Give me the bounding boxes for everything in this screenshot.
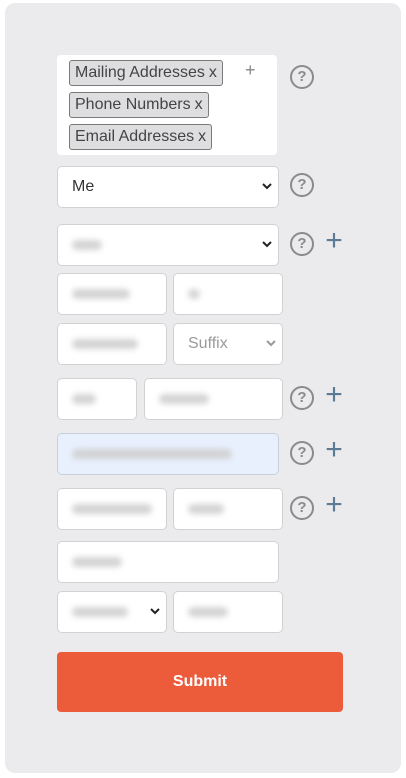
help-icon[interactable]: ?	[290, 232, 314, 256]
redacted-value	[188, 503, 224, 514]
help-icon[interactable]: ?	[290, 65, 314, 89]
tag-phone-numbers[interactable]: Phone Numbers x	[69, 92, 209, 118]
tag-remove-icon[interactable]: x	[209, 64, 217, 81]
recipient-select[interactable]: Me	[57, 166, 279, 208]
redacted-value	[72, 606, 128, 617]
city-input[interactable]	[57, 541, 279, 583]
help-icon[interactable]: ?	[290, 441, 314, 465]
middle-name-input[interactable]	[173, 273, 283, 315]
street-address-input[interactable]	[57, 488, 167, 530]
suffix-select[interactable]: Suffix	[173, 323, 283, 365]
submit-button[interactable]: Submit	[57, 652, 343, 712]
add-address-icon[interactable]: +	[323, 490, 345, 520]
redacted-value	[72, 448, 232, 459]
zip-code-input[interactable]	[173, 591, 283, 633]
tag-mailing-addresses[interactable]: Mailing Addresses x	[69, 60, 223, 86]
phone-number-input[interactable]	[144, 378, 283, 420]
phone-area-code-input[interactable]	[57, 378, 137, 420]
tag-email-addresses[interactable]: Email Addresses x	[69, 124, 213, 150]
chevron-down-icon	[262, 241, 272, 248]
redacted-value	[159, 393, 209, 404]
tag-remove-icon[interactable]: x	[195, 96, 203, 113]
address-unit-input[interactable]	[173, 488, 283, 530]
recipient-select-value: Me	[72, 178, 95, 195]
help-icon[interactable]: ?	[290, 173, 314, 197]
redacted-value	[188, 288, 200, 299]
tag-label: Phone Numbers	[75, 96, 191, 113]
help-icon[interactable]: ?	[290, 496, 314, 520]
redacted-value	[188, 606, 228, 617]
add-email-icon[interactable]: +	[323, 435, 345, 465]
suffix-placeholder: Suffix	[188, 335, 228, 352]
redacted-value	[72, 338, 138, 349]
redacted-value	[72, 556, 122, 567]
chevron-down-icon	[150, 608, 160, 615]
last-name-input[interactable]	[57, 323, 167, 365]
tag-label: Email Addresses	[75, 128, 195, 145]
title-select[interactable]	[57, 224, 279, 266]
add-phone-icon[interactable]: +	[323, 380, 345, 410]
redacted-value	[72, 393, 96, 404]
add-tag-icon[interactable]: +	[245, 60, 256, 81]
first-name-input[interactable]	[57, 273, 167, 315]
state-select[interactable]	[57, 591, 167, 633]
add-field-icon[interactable]: +	[323, 226, 345, 256]
chevron-down-icon	[262, 183, 272, 190]
help-icon[interactable]: ?	[290, 386, 314, 410]
tag-label: Mailing Addresses	[75, 64, 205, 81]
tag-remove-icon[interactable]: x	[198, 128, 206, 145]
redacted-value	[72, 288, 130, 299]
redacted-value	[72, 503, 152, 514]
redacted-value	[72, 239, 102, 250]
contact-types-tag-input[interactable]: Mailing Addresses x Phone Numbers x Email …	[57, 55, 277, 155]
chevron-down-icon	[266, 340, 276, 347]
email-input[interactable]	[57, 433, 279, 475]
